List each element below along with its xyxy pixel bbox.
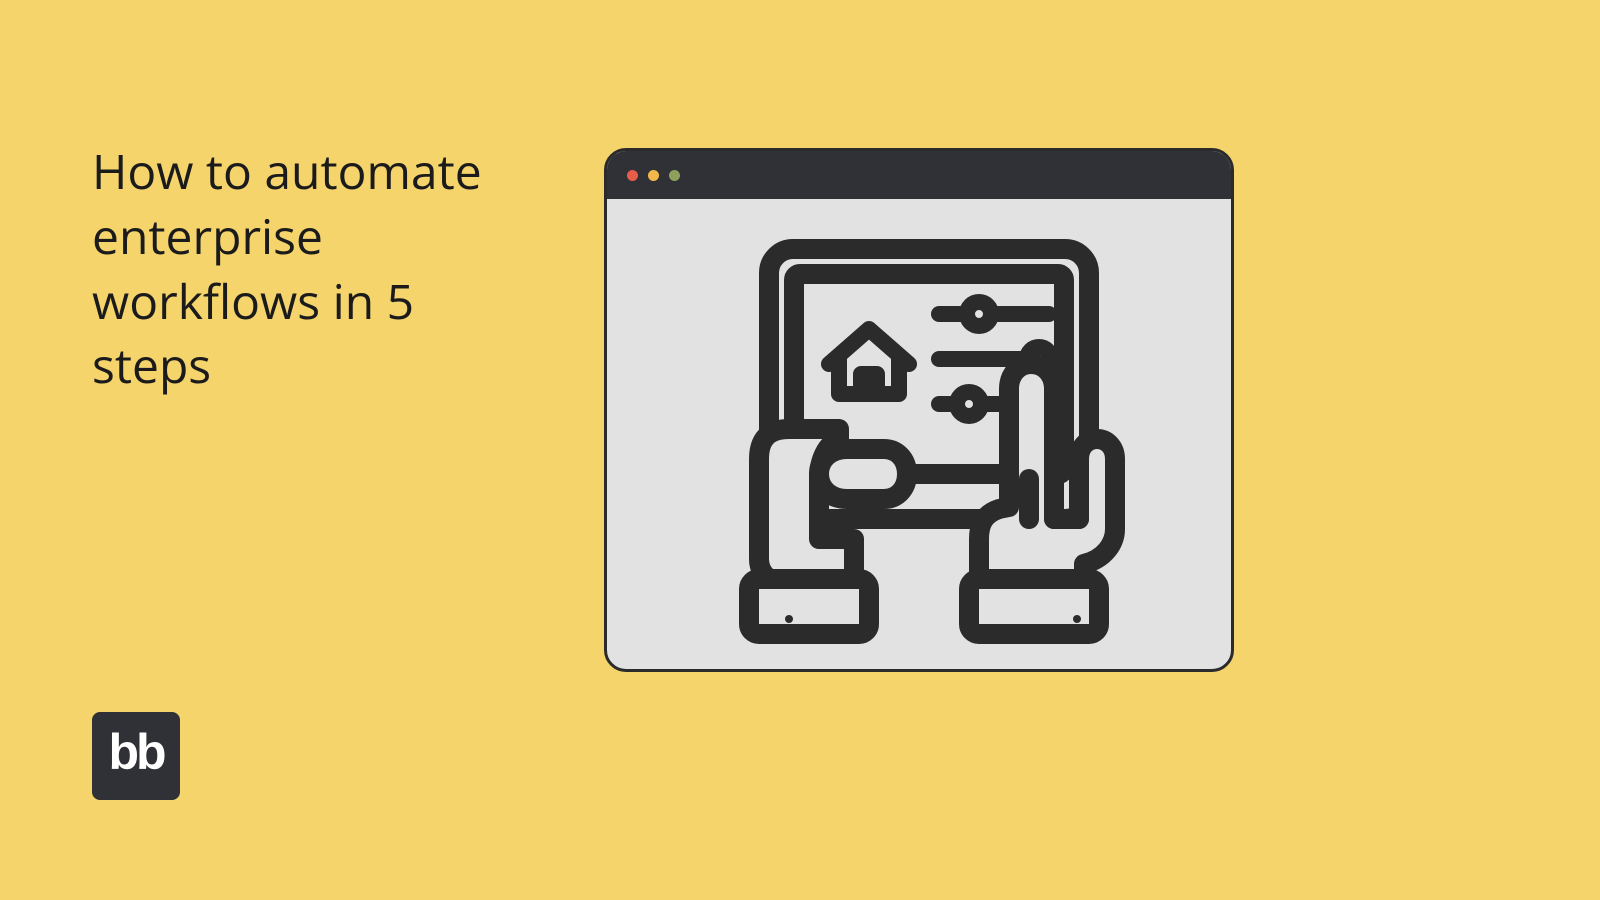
window-dot-max-icon xyxy=(669,170,680,181)
brand-logo: bb xyxy=(92,712,180,800)
tablet-settings-hands-icon xyxy=(679,229,1159,659)
window-dot-close-icon xyxy=(627,170,638,181)
brand-logo-text: bb xyxy=(108,723,163,781)
page-headline: How to automate enterprise workflows in … xyxy=(92,140,522,399)
window-dot-min-icon xyxy=(648,170,659,181)
illustration-window xyxy=(604,148,1234,672)
window-titlebar xyxy=(607,151,1231,199)
window-content xyxy=(607,199,1231,669)
